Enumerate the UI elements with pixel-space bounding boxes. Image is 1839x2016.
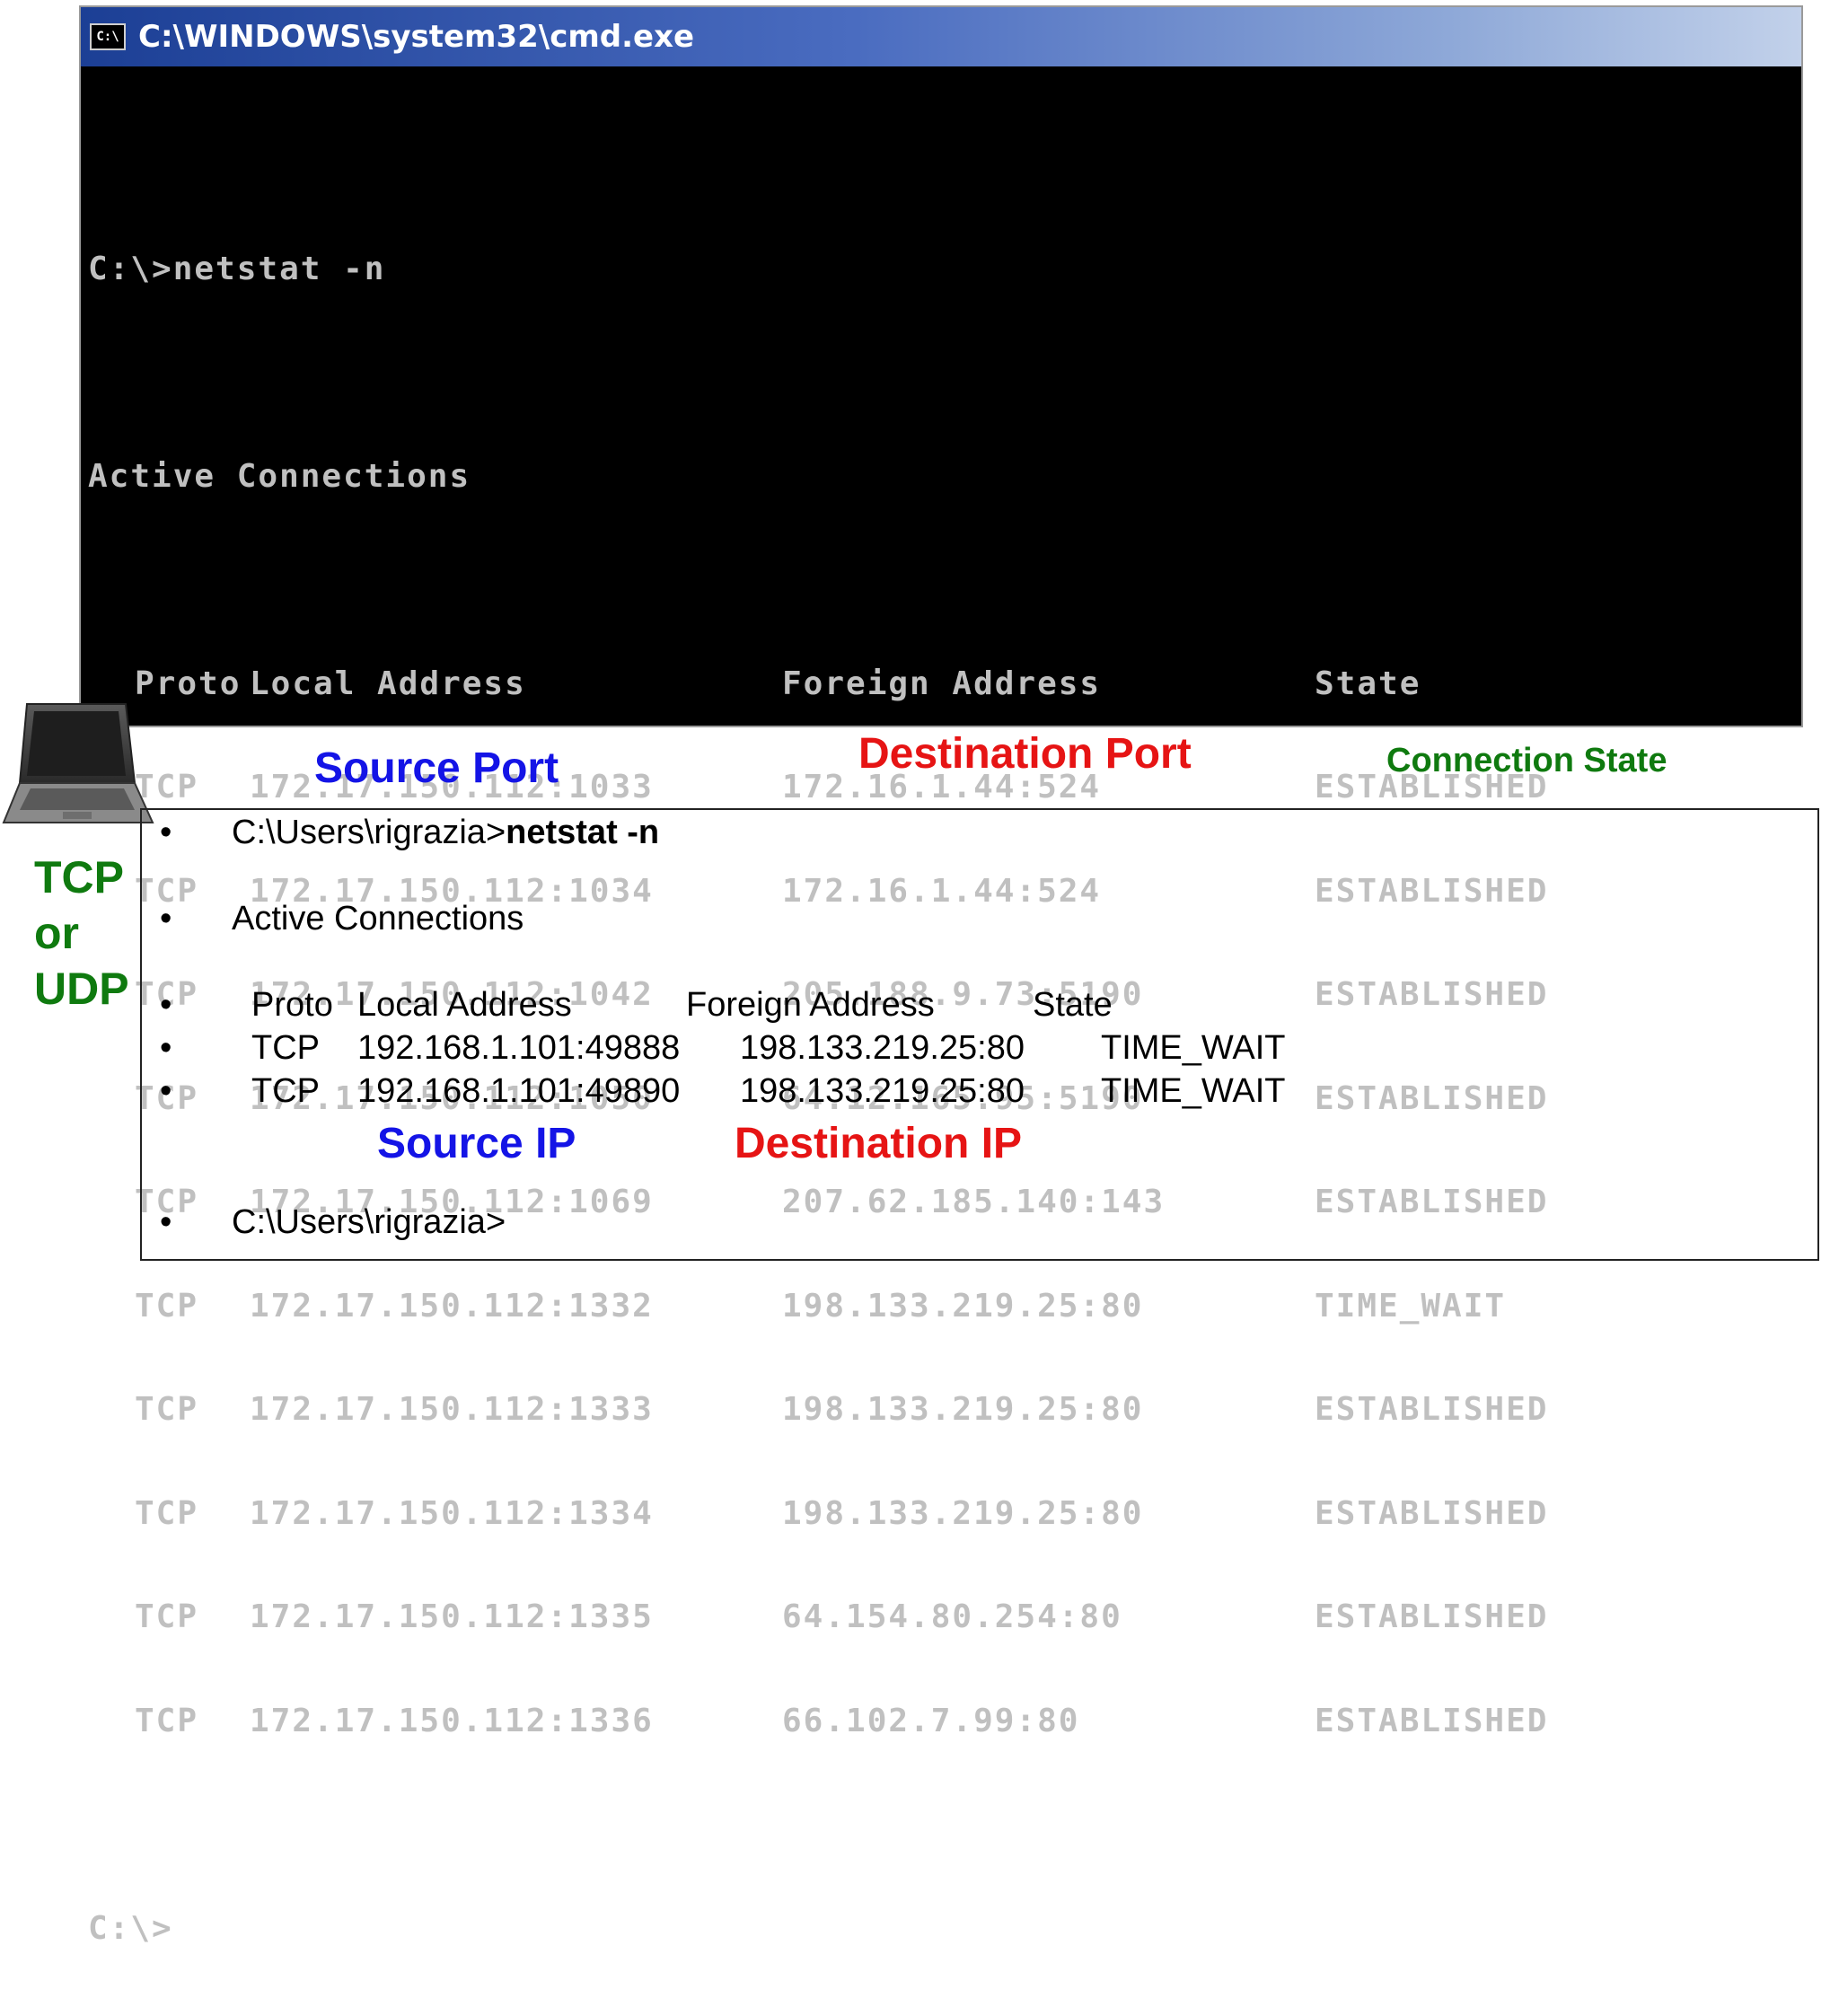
console-header-state: State [1315,665,1421,702]
label-protocol-or: or [34,908,79,958]
cmd-window[interactable]: C:\ C:\WINDOWS\system32\cmd.exe C:\>nets… [79,5,1803,1945]
transcript-row: • TCP 192.168.1.101:49888 198.133.219.25:80… [160,1029,1285,1068]
console-output[interactable]: C:\>netstat -n Active Connections Proto L… [88,79,1794,1945]
transcript-proto: TCP [251,1029,320,1067]
transcript-command-line: • C:\Users\rigrazia>netstat -n [160,814,659,852]
console-header-row: Proto Local Address Foreign Address State [88,665,1794,702]
console-proto: TCP [135,1287,199,1325]
transcript-prompt-prefix: C:\Users\rigrazia> [232,814,506,851]
laptop-icon [2,703,154,823]
transcript-box: • C:\Users\rigrazia>netstat -n • Active Co… [140,808,1819,1261]
label-connection-state: Connection State [1386,742,1667,779]
console-foreign-address: 198.133.219.25:80 [782,1391,1144,1428]
console-row: TCP 172.17.150.112:1336 66.102.7.99:80 ESTA… [88,1702,1794,1739]
console-command-line: C:\>netstat -n [88,250,386,287]
console-state: TIME_WAIT [1315,1287,1507,1325]
console-local-address: 172.17.150.112:1333 [250,1391,654,1428]
transcript-foreign-address: 198.133.219.25:80 [740,1072,1025,1110]
transcript-command: netstat -n [506,814,660,851]
console-header-foreign: Foreign Address [782,665,1102,702]
console-proto: TCP [135,1702,199,1739]
console-state: ESTABLISHED [1315,1494,1549,1532]
transcript-row: • TCP 192.168.1.101:49890 198.133.219.25:80… [160,1072,1285,1111]
cmd-app-icon: C:\ [90,23,126,50]
transcript-header-proto: Proto [251,986,333,1024]
console-prompt: C:\> [88,1909,173,1947]
console-proto: TCP [135,1598,199,1635]
console-state: ESTABLISHED [1315,1702,1549,1739]
console-header-local: Local Address [250,665,526,702]
console-proto: TCP [135,1494,199,1532]
bullet: • [160,1029,172,1067]
bullet: • [160,986,172,1024]
console-proto: TCP [135,1391,199,1428]
console-header-proto: Proto [135,665,242,702]
transcript-header-foreign: Foreign Address [686,986,935,1024]
label-protocol: TCP or UDP [34,850,129,1017]
console-foreign-address: 66.102.7.99:80 [782,1702,1080,1739]
console-local-address: 172.17.150.112:1334 [250,1494,654,1532]
label-protocol-tcp: TCP [34,852,124,902]
transcript-state: TIME_WAIT [1101,1072,1286,1110]
bullet: • [160,1203,172,1241]
console-foreign-address: 64.154.80.254:80 [782,1598,1122,1635]
transcript-local-address: 192.168.1.101:49890 [357,1072,681,1110]
console-row: TCP 172.17.150.112:1335 64.154.80.254:80 ES… [88,1598,1794,1635]
bullet: • [160,814,172,851]
transcript-section-title: • Active Connections [160,900,524,938]
console-foreign-address: 198.133.219.25:80 [782,1494,1144,1532]
transcript-header-row: • Proto Local Address Foreign Address State [160,986,1113,1025]
bullet: • [160,1072,172,1110]
console-local-address: 172.17.150.112:1332 [250,1287,654,1325]
transcript-final-prompt-text: C:\Users\rigrazia> [232,1203,506,1241]
console-row: TCP 172.17.150.112:1333 198.133.219.25:80 E… [88,1391,1794,1428]
console-foreign-address: 198.133.219.25:80 [782,1287,1144,1325]
console-state: ESTABLISHED [1315,1598,1549,1635]
label-protocol-udp: UDP [34,964,129,1014]
bullet: • [160,900,172,938]
console-state: ESTABLISHED [1315,1391,1549,1428]
transcript-section-title-text: Active Connections [232,900,524,938]
title-bar[interactable]: C:\ C:\WINDOWS\system32\cmd.exe [81,7,1801,66]
label-destination-port: Destination Port [858,730,1192,778]
transcript-final-prompt: • C:\Users\rigrazia> [160,1203,506,1242]
transcript-proto: TCP [251,1072,320,1110]
transcript-local-address: 192.168.1.101:49888 [357,1029,681,1067]
window-title: C:\WINDOWS\system32\cmd.exe [138,19,695,55]
transcript-header-state: State [1033,986,1113,1024]
transcript-state: TIME_WAIT [1101,1029,1286,1067]
console-row: TCP 172.17.150.112:1334 198.133.219.25:80 E… [88,1494,1794,1532]
label-source-port: Source Port [314,744,559,792]
console-local-address: 172.17.150.112:1335 [250,1598,654,1635]
console-row: TCP 172.17.150.112:1332 198.133.219.25:80 T… [88,1287,1794,1325]
transcript-header-local: Local Address [357,986,572,1024]
console-local-address: 172.17.150.112:1336 [250,1702,654,1739]
console-section-title: Active Connections [88,457,471,495]
transcript-foreign-address: 198.133.219.25:80 [740,1029,1025,1067]
